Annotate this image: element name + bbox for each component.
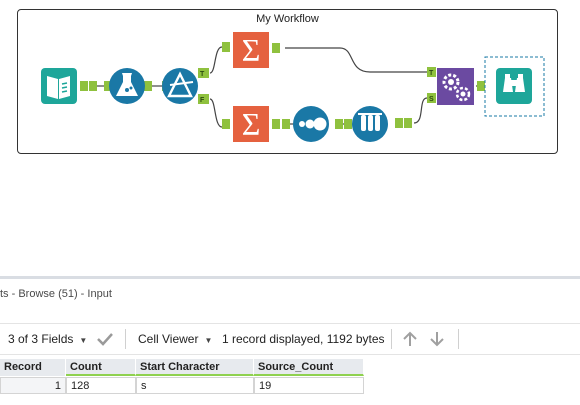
row-number: 1 xyxy=(0,377,66,394)
cell-viewer-dropdown[interactable]: Cell Viewer ▼ xyxy=(138,332,212,346)
cell-source-count[interactable]: 19 xyxy=(254,377,364,394)
anchor-out-icon[interactable] xyxy=(80,81,88,91)
formula-tool-icon[interactable] xyxy=(109,68,145,104)
checkmark-icon[interactable] xyxy=(96,331,114,347)
toolbar-divider xyxy=(125,329,126,349)
record-status: 1 record displayed, 1192 bytes xyxy=(222,332,385,346)
anchor-out-icon[interactable] xyxy=(144,81,152,91)
filter-tool-icon[interactable] xyxy=(162,68,198,104)
anchor-out-icon[interactable] xyxy=(272,119,280,129)
column-header-count[interactable]: Count xyxy=(66,359,136,376)
chevron-down-icon: ▼ xyxy=(79,336,88,345)
anchor-in-icon[interactable] xyxy=(222,42,230,52)
summarize-tool-bottom-icon[interactable]: Σ xyxy=(233,106,269,142)
workflow-diagram: T F T S Σ Σ xyxy=(41,32,545,142)
results-header: ts - Browse (51) - Input xyxy=(0,288,112,300)
toolbar-divider xyxy=(391,329,392,349)
browse-tool-icon[interactable] xyxy=(496,68,532,104)
anchor-out-icon[interactable] xyxy=(282,119,290,129)
fields-label: 3 of 3 Fields xyxy=(8,332,74,346)
anchor-label-t: T xyxy=(200,71,205,78)
anchor-label-f: F xyxy=(200,97,205,104)
column-header-record[interactable]: Record xyxy=(0,359,66,376)
connector-filter-true xyxy=(209,46,223,74)
cell-viewer-label: Cell Viewer xyxy=(138,332,199,346)
chevron-down-icon: ▼ xyxy=(204,336,213,345)
cell-start-character[interactable]: s xyxy=(136,377,254,394)
results-toolbar: 3 of 3 Fields ▼ Cell Viewer ▼ 1 record dis… xyxy=(0,323,580,355)
anchor-out-icon[interactable] xyxy=(477,81,485,91)
anchor-out-icon[interactable] xyxy=(395,118,403,128)
join-tool-icon[interactable] xyxy=(437,68,474,105)
anchor-in-icon[interactable] xyxy=(344,119,352,129)
svg-text:Σ: Σ xyxy=(242,32,261,68)
cell-count[interactable]: 128 xyxy=(66,377,136,394)
summarize-tool-top-icon[interactable]: Σ xyxy=(233,32,269,68)
sample-tool-icon[interactable] xyxy=(352,106,388,142)
anchor-label-join-s: S xyxy=(429,96,434,103)
anchor-out-icon[interactable] xyxy=(89,81,97,91)
record-id-tool-icon[interactable] xyxy=(293,106,329,142)
anchor-out-icon[interactable] xyxy=(272,43,280,53)
column-header-start-character[interactable]: Start Character xyxy=(136,359,254,376)
input-data-tool-icon[interactable] xyxy=(41,68,77,104)
svg-text:Σ: Σ xyxy=(242,106,261,142)
anchor-out-icon[interactable] xyxy=(404,118,412,128)
column-header-source-count[interactable]: Source_Count xyxy=(254,359,364,376)
anchor-out-icon[interactable] xyxy=(335,119,343,129)
arrow-up-icon[interactable] xyxy=(401,330,419,348)
connector-top-summarize-join xyxy=(285,47,427,73)
anchor-label-join-t: T xyxy=(429,70,434,77)
anchor-in-icon[interactable] xyxy=(222,119,230,129)
fields-dropdown[interactable]: 3 of 3 Fields ▼ xyxy=(8,332,87,346)
connector-sample-join xyxy=(413,97,428,124)
toolbar-divider xyxy=(458,329,459,349)
arrow-down-icon[interactable] xyxy=(428,330,446,348)
connector-filter-false xyxy=(209,98,223,128)
